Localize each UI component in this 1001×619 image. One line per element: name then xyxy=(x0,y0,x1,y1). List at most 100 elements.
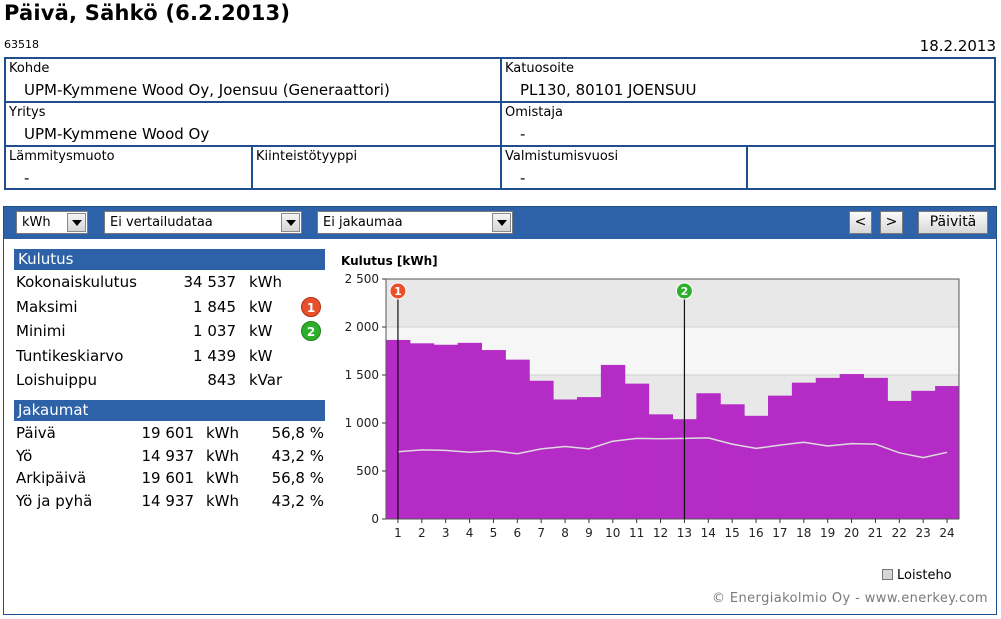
consumption-chart: 05001 0001 5002 0002 5001 2 3 4 5 6 7 8 9 10 11 12 1… xyxy=(345,272,960,540)
kiinteistotyyppi-label: Kiinteistötyyppi xyxy=(256,149,358,164)
page-title: Päivä, Sähkö (6.2.2013) xyxy=(4,1,291,25)
x-tick-label: 18 xyxy=(796,526,811,540)
x-tick-label: 17 xyxy=(772,526,787,540)
x-tick-label: 7 xyxy=(537,526,545,540)
x-tick-label: 24 xyxy=(939,526,954,540)
consumption-bar xyxy=(839,374,864,519)
consumption-bar xyxy=(815,377,841,519)
x-tick-label: 20 xyxy=(844,526,859,540)
kulutus-label: Tuntikeskiarvo xyxy=(16,346,124,365)
kulutus-label: Maksimi xyxy=(16,297,78,316)
kulutus-row: Tuntikeskiarvo 1 439 kW xyxy=(16,347,336,369)
property-info-grid: Kohde UPM-Kymmene Wood Oy, Joensuu (Gene… xyxy=(4,57,996,190)
kulutus-label: Minimi xyxy=(16,322,66,340)
y-tick-label: 2 000 xyxy=(345,320,379,334)
x-tick-label: 11 xyxy=(629,526,644,540)
jakaumat-label: Yö xyxy=(16,446,33,465)
katuosoite-label: Katuosoite xyxy=(505,61,574,76)
distribution-select[interactable]: Ei jakaumaa xyxy=(317,211,513,234)
legend-label: Loisteho xyxy=(897,568,952,583)
consumption-bar xyxy=(600,364,626,519)
kiinteistotyyppi-cell: Kiinteistötyyppi xyxy=(251,145,502,190)
consumption-bar xyxy=(720,404,745,519)
valmistumisvuosi-cell: Valmistumisvuosi - xyxy=(500,145,748,190)
kulutus-value: 1 439 xyxy=(193,346,236,365)
min-marker-icon: 2 xyxy=(301,321,321,341)
yritys-label: Yritys xyxy=(9,105,46,120)
chevron-down-icon[interactable] xyxy=(281,213,300,232)
consumption-bar xyxy=(433,344,459,519)
comparison-select[interactable]: Ei vertailudataa xyxy=(104,211,302,234)
x-tick-label: 14 xyxy=(701,526,716,540)
grid-band xyxy=(386,279,959,327)
next-button[interactable]: > xyxy=(880,211,903,234)
consumption-bar xyxy=(744,415,769,519)
kulutus-unit: kW xyxy=(249,297,273,316)
x-tick-label: 12 xyxy=(653,526,668,540)
kulutus-row: Kokonaiskulutus 34 537 kWh xyxy=(16,273,336,295)
kulutus-label: Loishuippu xyxy=(16,371,97,389)
marker-label: 1 xyxy=(394,285,402,298)
y-tick-label: 0 xyxy=(371,512,379,526)
x-tick-label: 21 xyxy=(868,526,883,540)
x-tick-label: 19 xyxy=(820,526,835,540)
yritys-cell: Yritys UPM-Kymmene Wood Oy xyxy=(4,101,502,147)
report-date: 18.2.2013 xyxy=(919,37,996,55)
x-tick-label: 9 xyxy=(585,526,593,540)
x-tick-label: 1 xyxy=(394,526,402,540)
consumption-panel: kWh Ei vertailudataa Ei jakaumaa < > Päi… xyxy=(3,206,997,615)
chevron-down-icon[interactable] xyxy=(492,213,511,232)
jakaumat-unit: kWh xyxy=(206,469,240,487)
valmistumisvuosi-label: Valmistumisvuosi xyxy=(505,149,619,164)
distribution-select-value: Ei jakaumaa xyxy=(323,215,403,230)
consumption-bar xyxy=(648,414,673,519)
consumption-bar xyxy=(696,393,721,519)
lammitysmuoto-label: Lämmitysmuoto xyxy=(9,149,115,164)
unit-select[interactable]: kWh xyxy=(16,211,88,234)
lammitysmuoto-value: - xyxy=(24,169,30,187)
refresh-button[interactable]: Päivitä xyxy=(918,211,988,234)
chevron-down-icon[interactable] xyxy=(67,213,86,232)
y-tick-label: 1 500 xyxy=(345,368,379,382)
consumption-bar xyxy=(481,350,506,519)
yritys-value: UPM-Kymmene Wood Oy xyxy=(24,125,210,143)
x-tick-label: 6 xyxy=(513,526,521,540)
consumption-bar xyxy=(409,343,435,519)
x-tick-label: 3 xyxy=(442,526,450,540)
consumption-bar xyxy=(505,359,530,519)
y-tick-label: 500 xyxy=(356,464,379,478)
x-tick-label: 4 xyxy=(466,526,474,540)
x-tick-label: 5 xyxy=(490,526,498,540)
copyright: © Energiakolmio Oy - www.enerkey.com xyxy=(711,591,988,606)
x-tick-label: 23 xyxy=(916,526,931,540)
x-tick-label: 22 xyxy=(892,526,907,540)
x-tick-label: 8 xyxy=(561,526,569,540)
consumption-bar xyxy=(624,383,650,519)
kulutus-unit: kVar xyxy=(249,371,283,389)
jakaumat-unit: kWh xyxy=(206,446,240,465)
kulutus-label: Kokonaiskulutus xyxy=(16,273,137,291)
jakaumat-pct: 43,2 % xyxy=(271,446,324,465)
x-tick-label: 16 xyxy=(748,526,763,540)
legend-swatch xyxy=(882,569,893,580)
kulutus-value: 1 037 xyxy=(193,322,236,340)
katuosoite-cell: Katuosoite PL130, 80101 JOENSUU xyxy=(500,57,996,103)
jakaumat-pct: 56,8 % xyxy=(271,469,324,487)
jakaumat-row: Yö 14 937 kWh 43,2 % xyxy=(16,447,336,469)
x-tick-label: 2 xyxy=(418,526,426,540)
kulutus-unit: kWh xyxy=(249,273,283,291)
x-tick-label: 13 xyxy=(677,526,692,540)
consumption-bar xyxy=(577,397,602,519)
y-tick-label: 1 000 xyxy=(345,416,379,430)
jakaumat-unit: kWh xyxy=(206,491,240,510)
report-id: 63518 xyxy=(4,38,39,51)
kulutus-value: 1 845 xyxy=(193,297,236,316)
jakaumat-pct: 43,2 % xyxy=(271,491,324,510)
jakaumat-pct: 56,8 % xyxy=(271,424,324,442)
previous-button[interactable]: < xyxy=(849,211,872,234)
omistaja-cell: Omistaja - xyxy=(500,101,996,147)
x-tick-label: 10 xyxy=(605,526,620,540)
omistaja-label: Omistaja xyxy=(505,105,563,120)
chart-legend[interactable]: Loisteho xyxy=(882,568,952,583)
kulutus-header: Kulutus xyxy=(14,249,325,270)
